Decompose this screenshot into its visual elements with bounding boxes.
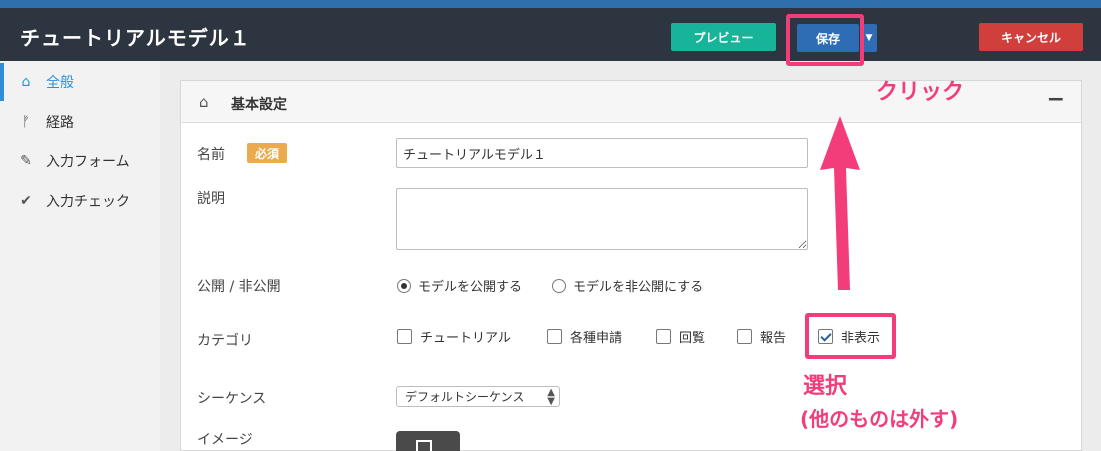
model-title: チュートリアルモデル１ <box>20 26 251 50</box>
click-annotation: クリック <box>876 80 965 105</box>
checkbox-label: チュートリアル <box>420 331 511 346</box>
note-annotation: (他のものは外す) <box>800 407 959 431</box>
app-header: チュートリアルモデル１ プレビュー 保存 ▼ キャンセル <box>0 8 1101 61</box>
category-applications[interactable]: 各種申請 <box>547 327 622 346</box>
description-textarea[interactable] <box>396 188 808 250</box>
pencil-icon: ✎ <box>20 153 32 169</box>
category-tutorial[interactable]: チュートリアル <box>397 327 511 346</box>
sidebar-item-general[interactable]: ⌂ 全般 <box>0 63 160 101</box>
document-icon <box>416 440 432 451</box>
image-upload-button[interactable] <box>396 431 460 451</box>
checkbox-label: 各種申請 <box>570 331 623 346</box>
cancel-button[interactable]: キャンセル <box>979 23 1083 51</box>
home-icon: ⌂ <box>21 74 31 90</box>
panel-title: 基本設定 <box>231 97 287 113</box>
radio-label: モデルを公開する <box>418 280 523 295</box>
hidden-highlight-box <box>805 313 896 359</box>
sidebar-item-label: 入力フォーム <box>46 154 130 170</box>
sidebar: ⌂ 全般 ᚠ 経路 ✎ 入力フォーム ✔ 入力チェック <box>0 61 160 451</box>
radio-public[interactable]: モデルを公開する <box>397 276 522 295</box>
route-icon: ᚠ <box>21 114 31 130</box>
sidebar-item-label: 全般 <box>46 75 74 91</box>
save-highlight-box <box>786 14 864 66</box>
sidebar-item-label: 入力チェック <box>46 194 130 210</box>
category-circulation[interactable]: 回覧 <box>656 327 705 346</box>
check-icon: ✔ <box>20 193 32 209</box>
required-badge: 必須 <box>247 143 287 163</box>
radio-button[interactable] <box>552 278 566 293</box>
basic-settings-panel: ⌂ 基本設定 − <box>180 80 1082 451</box>
checkbox-label: 報告 <box>760 331 787 346</box>
arrow-up-icon <box>820 116 860 290</box>
sidebar-item-label: 経路 <box>46 115 74 131</box>
radio-label: モデルを非公開にする <box>573 280 704 295</box>
top-accent-stripe <box>0 0 1101 8</box>
preview-button[interactable]: プレビュー <box>671 23 776 51</box>
radio-private[interactable]: モデルを非公開にする <box>552 276 703 295</box>
name-input[interactable] <box>396 138 808 168</box>
sidebar-item-route[interactable]: ᚠ 経路 <box>0 103 160 141</box>
checkbox[interactable] <box>656 329 671 344</box>
category-report[interactable]: 報告 <box>737 327 786 346</box>
radio-button[interactable] <box>397 278 411 293</box>
sequence-select[interactable]: デフォルトシーケンス ▲ ▼ <box>396 386 560 407</box>
sequence-select-value: デフォルトシーケンス <box>405 390 525 404</box>
checkbox[interactable] <box>737 329 752 344</box>
checkbox-label: 回覧 <box>679 331 706 346</box>
visibility-label: 公開 / 非公開 <box>197 279 281 295</box>
sidebar-item-input-check[interactable]: ✔ 入力チェック <box>0 182 160 220</box>
home-icon: ⌂ <box>199 93 209 111</box>
select-annotation: 選択 <box>803 374 848 399</box>
image-label: イメージ <box>197 432 253 448</box>
sidebar-item-input-form[interactable]: ✎ 入力フォーム <box>0 142 160 180</box>
name-label: 名前 <box>197 147 225 163</box>
select-arrows-icon: ▲ ▼ <box>547 387 555 407</box>
collapse-icon[interactable]: − <box>1047 87 1065 112</box>
caret-down-icon: ▼ <box>865 33 873 43</box>
checkbox[interactable] <box>547 329 562 344</box>
description-label: 説明 <box>197 191 225 207</box>
category-label: カテゴリ <box>197 333 253 349</box>
sequence-label: シーケンス <box>197 391 267 407</box>
checkbox[interactable] <box>397 329 412 344</box>
